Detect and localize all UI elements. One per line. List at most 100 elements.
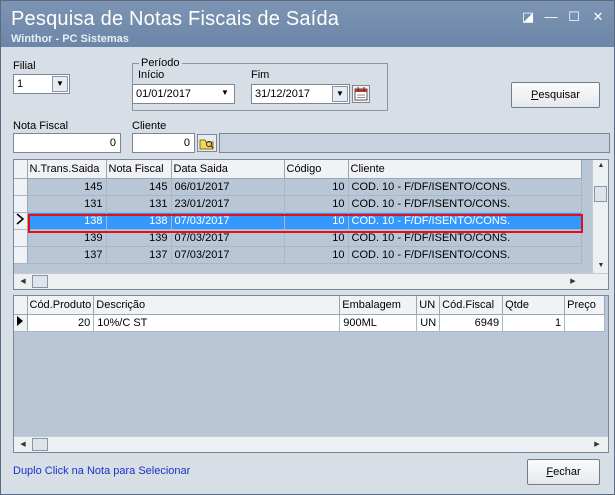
col-qtde[interactable]: Qtde (502, 296, 566, 315)
cell-data: 07/03/2017 (171, 229, 285, 247)
scroll-thumb[interactable] (32, 438, 48, 451)
inicio-label: Início (138, 69, 165, 81)
restore-icon[interactable]: ◪ (518, 8, 538, 26)
items-header-row: Cód.Produto Descrição Embalagem UN Cód.F… (14, 296, 606, 315)
notes-vertical-scrollbar[interactable]: ▲ ▼ (592, 160, 608, 273)
fechar-button[interactable]: Fechar (527, 459, 600, 485)
cell-nota: 145 (106, 178, 172, 196)
cell-qtde: 1 (502, 314, 566, 332)
chevron-down-icon[interactable]: ▼ (332, 86, 348, 102)
cell-data: 23/01/2017 (171, 195, 285, 213)
cell-codigo: 10 (284, 178, 349, 196)
nota-fiscal-input[interactable]: 0 (13, 133, 121, 153)
cell-trans: 145 (27, 178, 107, 196)
cell-cod-fiscal: 6949 (439, 314, 504, 332)
cell-codigo: 10 (284, 195, 349, 213)
filial-value: 1 (17, 78, 24, 90)
cell-nota: 137 (106, 246, 172, 264)
table-row[interactable]: 139 139 07/03/2017 10 COD. 10 - F/DF/ISE… (14, 229, 582, 247)
cell-codigo: 10 (284, 229, 349, 247)
minimize-icon[interactable]: — (541, 8, 561, 26)
cell-codigo: 10 (284, 212, 349, 230)
scroll-up-icon[interactable]: ▲ (594, 162, 608, 169)
notes-horizontal-scrollbar[interactable]: ◀ ▶ (14, 273, 608, 289)
cell-cliente: COD. 10 - F/DF/ISENTO/CONS. (348, 229, 582, 247)
scroll-thumb[interactable] (594, 186, 607, 202)
row-indicator (14, 246, 28, 264)
scroll-down-icon[interactable]: ▼ (594, 262, 608, 269)
cell-embalagem: 900ML (339, 314, 418, 332)
inicio-date-field[interactable]: 01/01/2017 ▼ (132, 84, 235, 104)
cell-nota: 139 (106, 229, 172, 247)
scroll-thumb[interactable] (32, 275, 48, 288)
current-row-indicator-icon (14, 314, 28, 332)
col-descricao[interactable]: Descrição (93, 296, 341, 315)
cell-cliente: COD. 10 - F/DF/ISENTO/CONS. (348, 178, 582, 196)
row-indicator-header (14, 160, 28, 179)
col-nota-fiscal[interactable]: Nota Fiscal (106, 160, 172, 179)
items-horizontal-scrollbar[interactable]: ◀ ▶ (14, 436, 608, 452)
chevron-down-icon[interactable]: ▼ (52, 76, 68, 92)
periodo-label: Período (139, 57, 182, 69)
notes-grid[interactable]: N.Trans.Saida Nota Fiscal Data Saida Cód… (13, 159, 609, 290)
fim-label: Fim (251, 69, 270, 81)
col-cod-fiscal[interactable]: Cód.Fiscal (439, 296, 504, 315)
maximize-icon[interactable]: ☐ (564, 8, 584, 26)
pesquisar-button[interactable]: Pesquisar (511, 82, 600, 108)
cell-data: 06/01/2017 (171, 178, 285, 196)
col-data-saida[interactable]: Data Saida (171, 160, 285, 179)
row-indicator-header (14, 296, 28, 315)
window-subtitle: Winthor - PC Sistemas (11, 33, 129, 45)
col-codigo[interactable]: Código (284, 160, 349, 179)
cell-trans: 138 (27, 212, 107, 230)
col-un[interactable]: UN (416, 296, 441, 315)
cliente-label: Cliente (132, 120, 167, 132)
notes-header-row: N.Trans.Saida Nota Fiscal Data Saida Cód… (14, 160, 582, 179)
table-row-selected[interactable]: 138 138 07/03/2017 10 COD. 10 - F/DF/ISE… (14, 212, 582, 230)
hint-text: Duplo Click na Nota para Selecionar (13, 465, 191, 477)
table-row[interactable]: 20 10%/C ST 900ML UN 6949 1 (14, 314, 606, 332)
scroll-right-icon[interactable]: ▶ (566, 277, 580, 285)
col-embalagem[interactable]: Embalagem (339, 296, 418, 315)
inicio-value: 01/01/2017 (136, 88, 192, 100)
cell-preco (564, 314, 606, 332)
row-indicator (14, 195, 28, 213)
close-icon[interactable]: ✕ (588, 8, 608, 26)
table-row[interactable]: 137 137 07/03/2017 10 COD. 10 - F/DF/ISE… (14, 246, 582, 264)
table-row[interactable]: 145 145 06/01/2017 10 COD. 10 - F/DF/ISE… (14, 178, 582, 196)
cell-cod-produto: 20 (27, 314, 95, 332)
current-row-arrow-icon (14, 212, 28, 230)
cell-cliente: COD. 10 - F/DF/ISENTO/CONS. (348, 212, 582, 230)
cell-cliente: COD. 10 - F/DF/ISENTO/CONS. (348, 246, 582, 264)
scroll-left-icon[interactable]: ◀ (16, 277, 30, 285)
col-preco[interactable]: Preço (564, 296, 606, 315)
folder-search-icon[interactable] (197, 134, 217, 152)
scroll-left-icon[interactable]: ◀ (16, 440, 30, 448)
chevron-down-icon[interactable]: ▼ (217, 86, 233, 102)
cell-trans: 139 (27, 229, 107, 247)
col-n-trans-saida[interactable]: N.Trans.Saida (27, 160, 107, 179)
main-window: Pesquisa de Notas Fiscais de Saída Winth… (0, 0, 615, 495)
fim-date-field[interactable]: 31/12/2017 ▼ (251, 84, 350, 104)
scroll-right-icon[interactable]: ▶ (590, 440, 604, 448)
cell-un: UN (416, 314, 441, 332)
table-row[interactable]: 131 131 23/01/2017 10 COD. 10 - F/DF/ISE… (14, 195, 582, 213)
fim-value: 31/12/2017 (255, 88, 311, 100)
cell-trans: 131 (27, 195, 107, 213)
col-cliente[interactable]: Cliente (348, 160, 582, 179)
items-grid[interactable]: Cód.Produto Descrição Embalagem UN Cód.F… (13, 295, 609, 453)
cell-trans: 137 (27, 246, 107, 264)
title-bar[interactable]: Pesquisa de Notas Fiscais de Saída Winth… (1, 1, 614, 47)
col-cod-produto[interactable]: Cód.Produto (27, 296, 95, 315)
filial-label: Filial (13, 60, 36, 72)
cell-nota: 131 (106, 195, 172, 213)
filial-select[interactable]: 1 ▼ (13, 74, 70, 94)
cell-data: 07/03/2017 (171, 246, 285, 264)
row-indicator (14, 229, 28, 247)
fechar-label: echar (553, 466, 581, 478)
cliente-code-input[interactable]: 0 (132, 133, 195, 153)
cell-cliente: COD. 10 - F/DF/ISENTO/CONS. (348, 195, 582, 213)
calendar-icon[interactable] (352, 85, 370, 103)
cell-data: 07/03/2017 (171, 212, 285, 230)
row-indicator (14, 178, 28, 196)
